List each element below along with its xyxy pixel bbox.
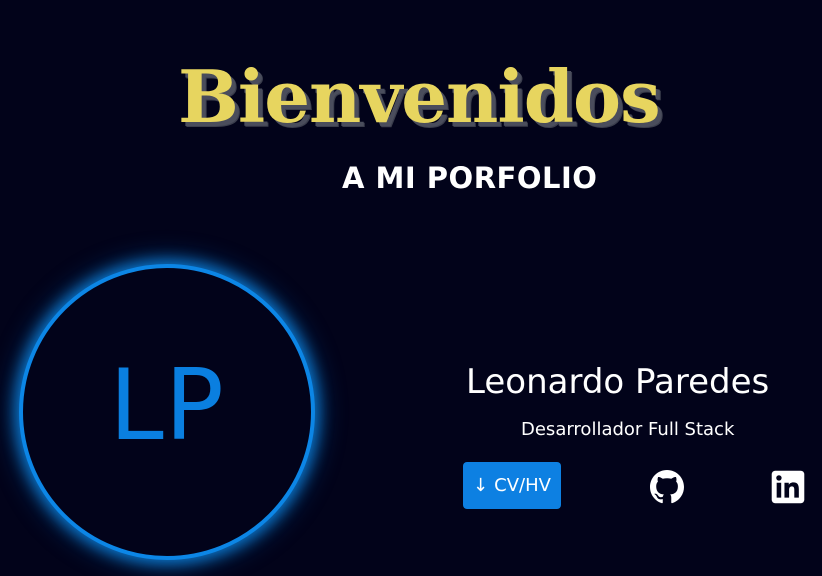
github-icon: [650, 470, 684, 504]
profile-role: Desarrollador Full Stack: [521, 419, 735, 440]
avatar: LP: [19, 264, 315, 560]
profile-name: Leonardo Paredes: [466, 362, 770, 402]
download-arrow-icon: ↓: [473, 474, 489, 496]
github-link[interactable]: [650, 470, 684, 504]
avatar-initials: LP: [109, 349, 225, 463]
hero-title: Bienvenidos: [178, 54, 661, 139]
linkedin-link[interactable]: [771, 470, 805, 504]
hero-subtitle: A MI PORFOLIO: [342, 161, 598, 195]
download-cv-button[interactable]: ↓ CV/HV: [463, 462, 561, 509]
linkedin-icon: [771, 470, 805, 504]
cv-button-label: CV/HV: [494, 475, 551, 496]
